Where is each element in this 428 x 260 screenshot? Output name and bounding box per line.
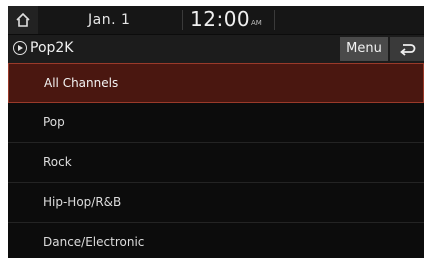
list-item-rock[interactable]: Rock [8,143,424,183]
clock-time: 12:00 [190,7,251,31]
home-button[interactable] [8,6,38,34]
list-item-label: Pop [43,115,65,129]
back-arrow-icon [400,44,416,56]
home-icon [16,12,30,27]
title-bar: Pop2K Menu [8,35,424,64]
list-item-label: Rock [43,155,72,169]
list-item-pop[interactable]: Pop [8,103,424,143]
list-item-label: Hip-Hop/R&B [43,195,122,209]
list-item-label: All Channels [44,76,119,90]
divider [182,10,183,30]
date-text: Jan. 1 [88,12,131,28]
play-circle-icon [13,41,27,55]
list-item-label: Dance/Electronic [43,235,145,249]
channel-category-list: All Channels Pop Rock Hip-Hop/R&B Dance/… [8,63,424,258]
list-item-dance-electronic[interactable]: Dance/Electronic [8,223,424,258]
back-button[interactable] [390,37,424,61]
list-item-hip-hop-rnb[interactable]: Hip-Hop/R&B [8,183,424,223]
status-bar: Jan. 1 12:00 AM [8,6,424,34]
menu-button[interactable]: Menu [340,37,388,61]
clock-ampm: AM [251,19,262,27]
list-item-all-channels[interactable]: All Channels [8,63,424,103]
divider [274,10,275,30]
page-title: Pop2K [30,40,74,56]
radio-screen: Jan. 1 12:00 AM Pop2K Menu All Channels … [8,6,424,258]
